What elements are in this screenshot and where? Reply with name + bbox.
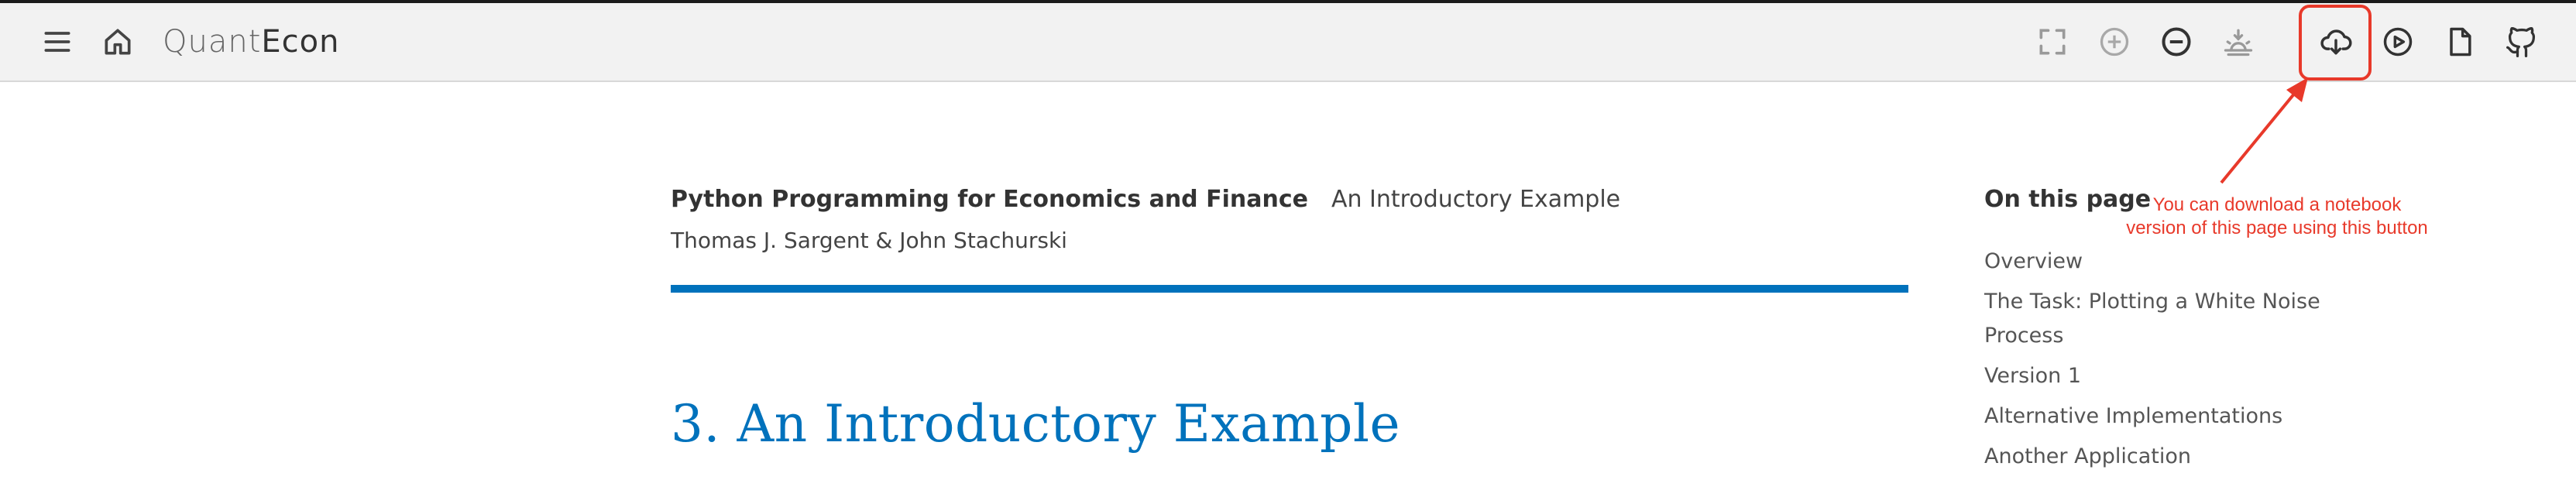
zoom-in-icon[interactable] xyxy=(2094,22,2135,62)
logo-part-econ: Econ xyxy=(261,24,340,60)
toc-item-alternative-implementations[interactable]: Alternative Implementations xyxy=(1984,399,2356,434)
page-title: 3. An Introductory Example xyxy=(671,394,1401,454)
zoom-out-icon[interactable] xyxy=(2156,22,2196,62)
main-content: Python Programming for Economics and Fin… xyxy=(671,81,1910,472)
download-button-highlight xyxy=(2299,5,2372,81)
authors: Thomas J. Sargent & John Stachurski xyxy=(671,228,1067,253)
toc-item-version-1[interactable]: Version 1 xyxy=(1984,359,2356,393)
annotation-text: You can download a notebook version of t… xyxy=(2126,194,2428,238)
current-page-title: An Introductory Example xyxy=(1331,186,1621,213)
top-toolbar: QuantEcon xyxy=(0,3,2576,82)
toc-list: Overview The Task: Plotting a White Nois… xyxy=(1984,245,2356,480)
theme-icon[interactable] xyxy=(2218,22,2258,62)
toc-item-another-application[interactable]: Another Application xyxy=(1984,440,2356,474)
header-divider xyxy=(671,285,1908,293)
launch-notebook-icon[interactable] xyxy=(2378,22,2418,62)
github-icon[interactable] xyxy=(2502,22,2542,62)
pdf-icon[interactable] xyxy=(2440,22,2480,62)
breadcrumb: Python Programming for Economics and Fin… xyxy=(671,186,1620,213)
book-title[interactable]: Python Programming for Economics and Fin… xyxy=(671,186,1308,213)
toc-item-overview[interactable]: Overview xyxy=(1984,245,2356,279)
annotation-arrow xyxy=(2220,77,2308,184)
menu-icon[interactable] xyxy=(37,22,77,62)
fullscreen-icon[interactable] xyxy=(2032,22,2073,62)
quantecon-logo[interactable]: QuantEcon xyxy=(163,20,339,63)
home-icon[interactable] xyxy=(98,22,138,62)
toc-title: On this page xyxy=(1984,186,2152,213)
logo-part-quant: Quant xyxy=(163,24,262,60)
toc-item-the-task[interactable]: The Task: Plotting a White Noise Process xyxy=(1984,285,2356,353)
